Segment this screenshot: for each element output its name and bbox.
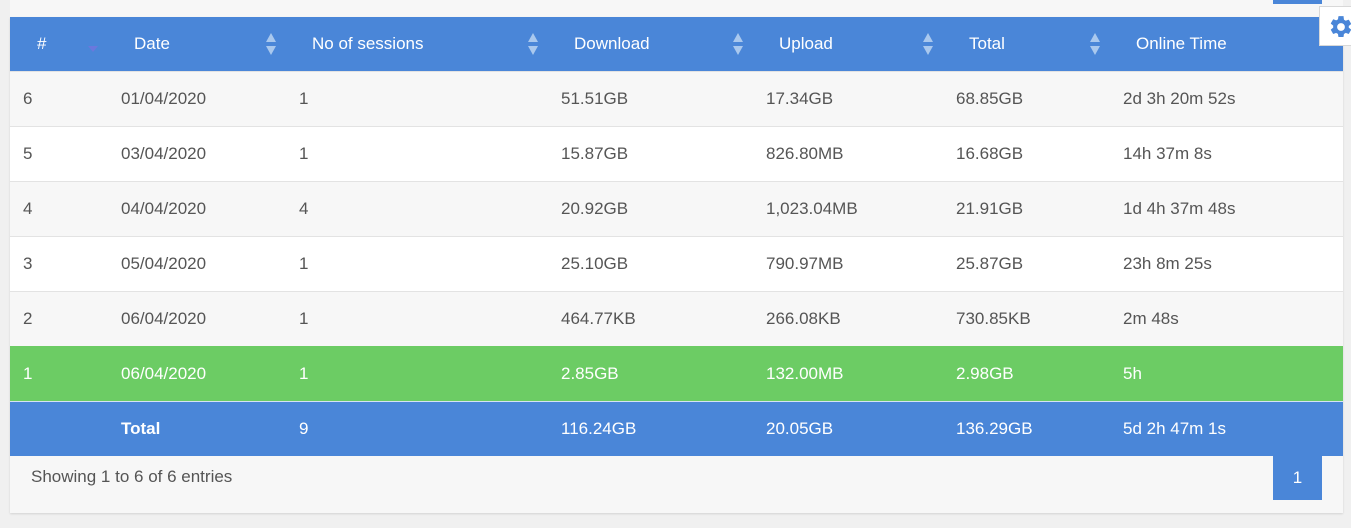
cell-sessions: 1	[289, 346, 551, 402]
gear-icon	[1330, 16, 1351, 38]
cell-date: 06/04/2020	[111, 346, 289, 402]
cell-total: 16.68GB	[946, 126, 1113, 182]
cell-upload: 790.97MB	[756, 236, 946, 292]
cell-date: 04/04/2020	[111, 181, 289, 237]
table-info-text: Showing 1 to 6 of 6 entries	[31, 467, 233, 486]
sort-arrows-icon	[733, 33, 743, 55]
top-strip	[10, 0, 1343, 17]
column-header-label: Online Time	[1136, 34, 1227, 53]
cell-index: 2	[10, 291, 111, 347]
table-row: 3 05/04/2020 1 25.10GB 790.97MB 25.87GB …	[10, 236, 1343, 292]
cell-date: 01/04/2020	[111, 71, 289, 127]
sort-desc-icon	[88, 46, 98, 52]
totals-sessions: 9	[289, 401, 551, 456]
cell-total: 730.85KB	[946, 291, 1113, 347]
column-header-label: Total	[969, 34, 1005, 53]
sort-arrows-icon	[266, 33, 276, 55]
column-header-sessions[interactable]: No of sessions	[289, 17, 551, 72]
cell-total: 21.91GB	[946, 181, 1113, 237]
column-header-total[interactable]: Total	[946, 17, 1113, 72]
cell-download: 15.87GB	[551, 126, 756, 182]
sort-arrows-icon	[1090, 33, 1100, 55]
column-header-label: Date	[134, 34, 170, 53]
cell-total: 25.87GB	[946, 236, 1113, 292]
table-row: 2 06/04/2020 1 464.77KB 266.08KB 730.85K…	[10, 291, 1343, 347]
usage-table: # Date No of sessions Download Upload To…	[10, 17, 1343, 456]
cell-sessions: 4	[289, 181, 551, 237]
cell-online-time: 2d 3h 20m 52s	[1113, 71, 1343, 127]
cell-index: 6	[10, 71, 111, 127]
cell-index: 4	[10, 181, 111, 237]
table-header-row: # Date No of sessions Download Upload To…	[10, 17, 1343, 72]
cell-download: 20.92GB	[551, 181, 756, 237]
totals-online-time: 5d 2h 47m 1s	[1113, 401, 1343, 456]
cell-sessions: 1	[289, 236, 551, 292]
cell-online-time: 5h	[1113, 346, 1343, 402]
column-header-index[interactable]: #	[10, 17, 111, 72]
cell-total: 68.85GB	[946, 71, 1113, 127]
totals-upload: 20.05GB	[756, 401, 946, 456]
column-header-download[interactable]: Download	[551, 17, 756, 72]
column-header-date[interactable]: Date	[111, 17, 289, 72]
cell-upload: 826.80MB	[756, 126, 946, 182]
settings-toggle[interactable]	[1319, 6, 1351, 46]
sort-arrows-icon	[923, 33, 933, 55]
column-header-label: Download	[574, 34, 650, 53]
cell-index: 5	[10, 126, 111, 182]
top-button-edge[interactable]	[1273, 0, 1322, 4]
totals-download: 116.24GB	[551, 401, 756, 456]
cell-empty	[10, 401, 111, 456]
cell-index: 3	[10, 236, 111, 292]
pagination-page-button[interactable]: 1	[1273, 455, 1322, 500]
sort-arrows-icon	[528, 33, 538, 55]
cell-index: 1	[10, 346, 111, 402]
cell-sessions: 1	[289, 291, 551, 347]
cell-date: 06/04/2020	[111, 291, 289, 347]
cell-upload: 17.34GB	[756, 71, 946, 127]
cell-download: 51.51GB	[551, 71, 756, 127]
cell-download: 464.77KB	[551, 291, 756, 347]
cell-download: 2.85GB	[551, 346, 756, 402]
cell-online-time: 14h 37m 8s	[1113, 126, 1343, 182]
cell-sessions: 1	[289, 126, 551, 182]
totals-row: Total 9 116.24GB 20.05GB 136.29GB 5d 2h …	[10, 401, 1343, 456]
cell-sessions: 1	[289, 71, 551, 127]
table-row: 5 03/04/2020 1 15.87GB 826.80MB 16.68GB …	[10, 126, 1343, 182]
cell-upload: 1,023.04MB	[756, 181, 946, 237]
cell-date: 05/04/2020	[111, 236, 289, 292]
totals-label: Total	[111, 401, 289, 456]
cell-date: 03/04/2020	[111, 126, 289, 182]
cell-upload: 266.08KB	[756, 291, 946, 347]
cell-total: 2.98GB	[946, 346, 1113, 402]
column-header-label: No of sessions	[312, 34, 424, 53]
totals-total: 136.29GB	[946, 401, 1113, 456]
column-header-online-time[interactable]: Online Time	[1113, 17, 1343, 72]
cell-online-time: 2m 48s	[1113, 291, 1343, 347]
table-row: 6 01/04/2020 1 51.51GB 17.34GB 68.85GB 2…	[10, 71, 1343, 127]
cell-online-time: 23h 8m 25s	[1113, 236, 1343, 292]
table-row-highlighted: 1 06/04/2020 1 2.85GB 132.00MB 2.98GB 5h	[10, 346, 1343, 402]
cell-upload: 132.00MB	[756, 346, 946, 402]
table-row: 4 04/04/2020 4 20.92GB 1,023.04MB 21.91G…	[10, 181, 1343, 237]
cell-online-time: 1d 4h 37m 48s	[1113, 181, 1343, 237]
column-header-label: Upload	[779, 34, 833, 53]
cell-download: 25.10GB	[551, 236, 756, 292]
column-header-upload[interactable]: Upload	[756, 17, 946, 72]
usage-table-panel: # Date No of sessions Download Upload To…	[10, 17, 1343, 513]
